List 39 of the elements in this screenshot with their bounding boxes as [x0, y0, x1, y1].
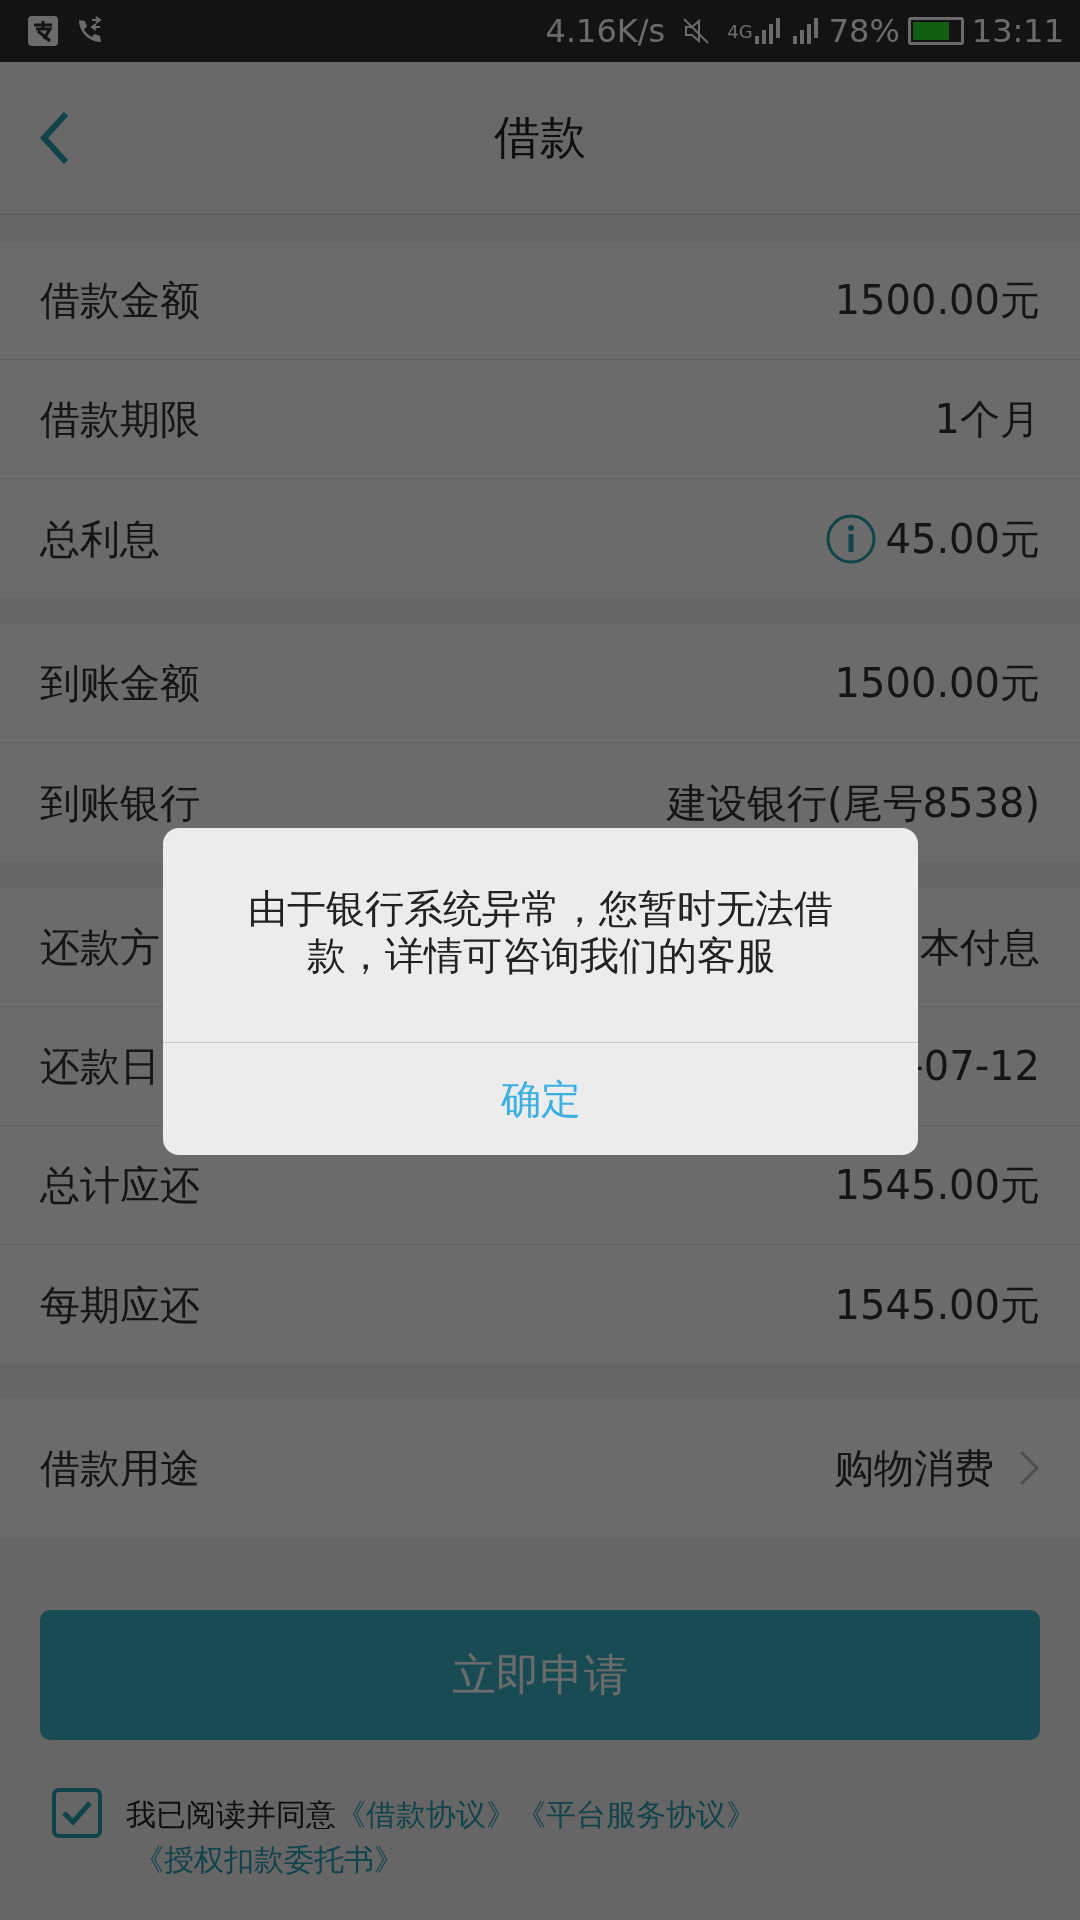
row-label: 每期应还 [40, 1280, 200, 1330]
agreement-link[interactable]: 《授权扣款委托书》 [134, 1842, 404, 1877]
row-label: 总利息 [40, 514, 160, 564]
agreement-link[interactable]: 《借款协议》 [336, 1797, 516, 1832]
network-text: 4G [727, 19, 753, 44]
dialog-message: 由于银行系统异常，您暂时无法借款，详情可咨询我们的客服 [247, 885, 834, 980]
app-icon [28, 16, 58, 46]
info-icon[interactable] [825, 512, 878, 565]
page-title: 借款 [494, 110, 586, 166]
row-value: 45.00元 [885, 514, 1040, 564]
row-value: 本付息 [920, 923, 1040, 972]
row-label: 借款期限 [40, 395, 200, 444]
agreement-text: 我已阅读并同意 [126, 1797, 336, 1832]
confirm-button[interactable]: 确定 [163, 1041, 918, 1155]
speed-text: 4.16K/s [545, 11, 666, 52]
row-label: 借款金额 [40, 276, 200, 325]
row-value: 1500.00元 [834, 659, 1040, 708]
agreement-link[interactable]: 《平台服务协议》 [516, 1797, 756, 1832]
row-value: 1500.00元 [834, 276, 1040, 325]
row-label: 到账金额 [40, 659, 200, 708]
row-value: 1545.00元 [834, 1161, 1040, 1210]
row-label: 到账银行 [40, 778, 200, 828]
signal-icon [752, 16, 783, 46]
battery-text: 78% [828, 11, 900, 52]
clock-text: 13:11 [971, 11, 1064, 52]
row-value: 1个月 [934, 395, 1040, 444]
row-value: 购物消费 [834, 1444, 994, 1493]
battery-icon [907, 17, 964, 45]
signal-icon [790, 16, 821, 46]
apply-button[interactable]: 立即申请 [40, 1610, 1040, 1740]
row-label: 总计应还 [40, 1161, 200, 1210]
row-label: 还款日 [40, 1042, 160, 1091]
row-value: 建设银行(尾号8538) [667, 778, 1040, 828]
row-label: 借款用途 [40, 1444, 200, 1493]
purpose-row[interactable]: 借款用途 购物消费 [0, 1398, 1080, 1538]
checkbox[interactable] [52, 1788, 102, 1838]
row-label: 还款方 [40, 923, 160, 972]
row-value: 1545.00元 [834, 1280, 1040, 1330]
chevron-icon [1018, 1449, 1040, 1487]
